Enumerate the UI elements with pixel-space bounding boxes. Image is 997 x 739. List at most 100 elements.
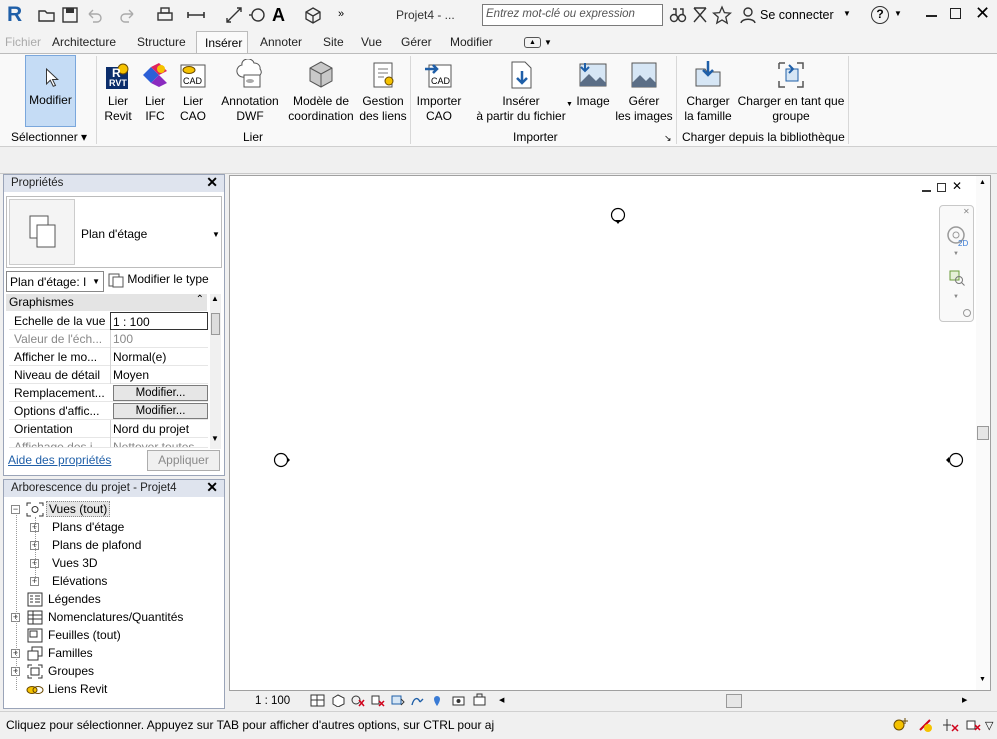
3d-view-icon[interactable]	[303, 5, 323, 25]
elevation-marker-east[interactable]	[943, 452, 965, 468]
menu-fichier[interactable]: Fichier	[0, 31, 44, 53]
property-row[interactable]: Echelle de la vue 1 : 100	[9, 312, 208, 330]
menu-gerer[interactable]: Gérer	[401, 35, 432, 49]
detail-level-icon[interactable]	[310, 694, 325, 707]
coordination-model-button[interactable]: Modèle de coordination	[285, 59, 357, 124]
favorites-star-icon[interactable]	[712, 5, 732, 25]
unlock-3d-view-icon[interactable]	[430, 694, 445, 707]
open-icon[interactable]	[37, 5, 57, 25]
menu-architecture[interactable]: Architecture	[52, 35, 116, 49]
close-icon[interactable]: ✕	[963, 207, 970, 216]
print-icon[interactable]	[155, 5, 175, 25]
save-icon[interactable]	[60, 5, 80, 25]
tree-item-groups[interactable]: Groupes	[48, 664, 94, 678]
restore-view-icon[interactable]	[937, 183, 946, 192]
collapse-icon[interactable]: ⌃	[196, 294, 204, 305]
menu-annoter[interactable]: Annoter	[260, 35, 302, 49]
select-underlay-icon[interactable]	[942, 717, 960, 733]
menu-site[interactable]: Site	[323, 35, 344, 49]
tree-item-schedules[interactable]: Nomenclatures/Quantités	[48, 610, 183, 624]
overflow-icon[interactable]: »	[338, 8, 344, 20]
close-view-icon[interactable]: ✕	[952, 179, 962, 193]
undo-icon[interactable]	[84, 5, 104, 25]
select-pinned-icon[interactable]	[964, 717, 982, 733]
insert-from-file-button[interactable]: Insérer à partir du fichier	[470, 59, 572, 124]
properties-help-link[interactable]: Aide des propriétés	[8, 453, 111, 467]
menu-vue[interactable]: Vue	[361, 35, 382, 49]
text-icon[interactable]: A	[272, 5, 285, 26]
chevron-down-icon[interactable]: ▼	[212, 230, 220, 239]
collapse-toggle[interactable]: −	[11, 505, 20, 514]
select-group-label[interactable]: Sélectionner ▾	[11, 130, 87, 144]
scale-value[interactable]: 1 : 100	[110, 312, 208, 330]
import-cad-button[interactable]: CAD Importer CAO	[412, 59, 466, 124]
binoculars-icon[interactable]	[668, 5, 688, 25]
select-links-icon[interactable]	[917, 717, 935, 733]
sun-path-icon[interactable]	[350, 694, 365, 707]
scroll-down-icon[interactable]: ▼	[979, 676, 986, 683]
type-selector[interactable]: Plan d'étage ▼	[6, 196, 222, 268]
manage-links-button[interactable]: Gestion des liens	[358, 59, 408, 124]
load-family-button[interactable]: Charger la famille	[680, 59, 736, 124]
scroll-left-icon[interactable]: ◀	[499, 696, 504, 704]
tree-item-legends[interactable]: Légendes	[48, 592, 101, 606]
visual-style-icon[interactable]	[331, 694, 346, 707]
temporary-hide-icon[interactable]	[451, 694, 466, 707]
search-input[interactable]: Entrez mot-clé ou expression	[482, 4, 663, 26]
load-as-group-button[interactable]: Charger en tant que groupe	[737, 59, 845, 124]
scroll-right-icon[interactable]: ▶	[962, 696, 967, 704]
communication-center-icon[interactable]	[690, 5, 710, 25]
close-icon[interactable]: ✕	[206, 479, 218, 496]
redo-icon[interactable]	[118, 5, 138, 25]
filter-icon[interactable]: ▽	[985, 719, 993, 732]
elevation-marker-west[interactable]	[271, 452, 291, 468]
crop-view-icon[interactable]	[390, 694, 405, 707]
scroll-thumb[interactable]	[977, 426, 989, 440]
tree-item-revit-links[interactable]: Liens Revit	[48, 682, 107, 696]
tree-item-views[interactable]: Vues (tout)	[46, 501, 111, 517]
scroll-up-icon[interactable]: ▲	[211, 294, 219, 303]
reveal-hidden-icon[interactable]	[472, 693, 487, 707]
scroll-thumb[interactable]	[211, 313, 220, 335]
ribbon-toggle-icon[interactable]: ▲	[524, 37, 541, 48]
scroll-down-icon[interactable]: ▼	[211, 434, 219, 443]
user-icon[interactable]	[738, 5, 758, 25]
maximize-icon[interactable]	[950, 8, 961, 19]
edit-overrides-button[interactable]: Modifier...	[113, 385, 208, 401]
chevron-down-icon[interactable]: ▼	[953, 251, 959, 257]
link-revit-button[interactable]: RVT R Lier Revit	[100, 59, 136, 124]
property-row[interactable]: Niveau de détail Moyen	[9, 366, 208, 384]
show-crop-region-icon[interactable]	[410, 694, 425, 707]
image-button[interactable]: Image	[573, 59, 613, 109]
view-scale[interactable]: 1 : 100	[255, 695, 290, 707]
manage-images-button[interactable]: Gérer les images	[615, 59, 673, 124]
sign-in-link[interactable]: Se connecter	[760, 8, 834, 22]
menu-modifier[interactable]: Modifier	[450, 35, 493, 49]
apply-button[interactable]: Appliquer	[147, 450, 220, 471]
tree-item-elevations[interactable]: Elévations	[52, 574, 107, 588]
worksharing-icon[interactable]	[892, 717, 910, 733]
zoom-icon[interactable]	[948, 269, 966, 287]
property-row[interactable]: Remplacement... Modifier...	[9, 384, 208, 402]
tree-item-families[interactable]: Familles	[48, 646, 93, 660]
elevation-marker-north[interactable]	[610, 206, 626, 226]
measure-icon[interactable]	[186, 5, 206, 25]
chevron-down-icon[interactable]: ▼	[566, 101, 573, 108]
canvas-vertical-scrollbar[interactable]: ▲ ▼	[976, 176, 990, 690]
property-row[interactable]: Afficher le mo... Normal(e)	[9, 348, 208, 366]
property-row[interactable]: Affichage des j... Nettoyer toutes...	[9, 438, 208, 448]
shadows-icon[interactable]	[370, 694, 385, 707]
edit-type-button[interactable]: Modifier le type	[108, 272, 209, 288]
chevron-down-icon[interactable]: ▼	[843, 9, 851, 18]
chevron-down-icon[interactable]: ▼	[894, 9, 902, 18]
tree-item-sheets[interactable]: Feuilles (tout)	[48, 628, 121, 642]
property-row[interactable]: Options d'affic... Modifier...	[9, 402, 208, 420]
link-ifc-button[interactable]: Lier IFC	[137, 59, 173, 124]
drawing-area[interactable]: ✕ ✕ 2D ▼ ▼ ▲ ▼	[229, 175, 991, 691]
help-button[interactable]: ?	[871, 6, 889, 24]
minimize-view-icon[interactable]	[922, 190, 931, 192]
link-cad-button[interactable]: CAD Lier CAO	[175, 59, 211, 124]
edit-display-options-button[interactable]: Modifier...	[113, 403, 208, 419]
dimension-icon[interactable]	[224, 5, 244, 25]
tree-item-floor-plans[interactable]: Plans d'étage	[52, 520, 124, 534]
